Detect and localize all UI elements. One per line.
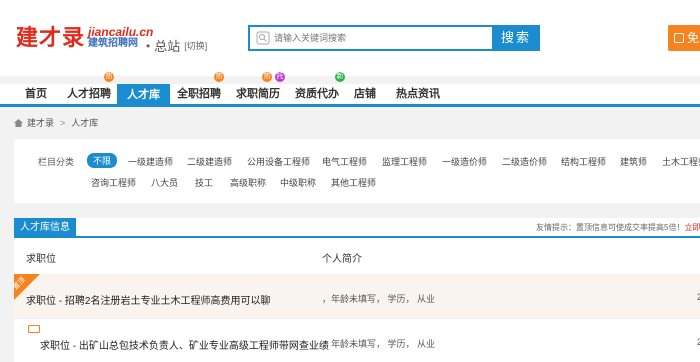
promo-tip-text: 友情提示：置顶信息可使成交率提高5倍！ xyxy=(536,223,685,232)
category-item[interactable]: 其他工程师 xyxy=(331,176,376,189)
breadcrumb-separator: > xyxy=(60,117,66,128)
column-header-intro: 个人简介 xyxy=(322,254,362,265)
search-bar: 搜索 xyxy=(248,25,540,51)
talent-section-header: 人才库信息 友情提示：置顶信息可使成交率提高5倍！立即发布 xyxy=(14,218,700,238)
tuo-badge: 托 xyxy=(275,72,285,82)
category-item[interactable]: 一级建造师 xyxy=(128,155,173,168)
breadcrumb-current: 人才库 xyxy=(71,118,99,128)
category-item[interactable]: 公用设备工程师 xyxy=(247,155,310,168)
category-item[interactable]: 二级建造师 xyxy=(187,155,232,168)
search-box xyxy=(248,25,492,51)
category-item[interactable]: 建筑师 xyxy=(620,155,647,168)
search-input[interactable] xyxy=(274,33,474,43)
nav-fulltime[interactable]: 全职招聘 xyxy=(177,84,221,106)
resume-icon xyxy=(28,325,40,333)
row-intro: ，年龄未填写， 学历， 从业 xyxy=(322,339,436,349)
nav-recruit[interactable]: 人才招聘 xyxy=(67,84,111,106)
new-badge: 新 xyxy=(335,72,345,82)
table-row[interactable]: 置顶 求职位 - 招聘2名注册岩土专业土木工程师高费用可以聊 ，年龄未填写， 学… xyxy=(12,274,700,318)
category-item[interactable]: 土木工程师 xyxy=(662,155,700,168)
logo-subtitle: 建筑招聘网 xyxy=(88,38,139,49)
hot-badge: 热 xyxy=(214,72,224,82)
talent-table: 求职位 个人简介 置顶 求职位 - 招聘2名注册岩土专业土木工程师高费用可以聊 … xyxy=(12,238,700,362)
breadcrumb-home[interactable]: 建才录 xyxy=(27,116,54,129)
hot-badge: 热 xyxy=(262,72,272,82)
category-item[interactable]: 八大员 xyxy=(151,176,178,189)
category-item[interactable]: 监理工程师 xyxy=(382,155,427,168)
row-title-link[interactable]: 求职位 - 出矿山总包技术负责人、矿业专业高级工程师带网查业绩 xyxy=(40,337,329,352)
category-item[interactable]: 二级造价师 xyxy=(502,155,547,168)
category-label: 栏目分类 xyxy=(38,157,75,167)
table-row[interactable]: 求职位 - 出矿山总包技术负责人、矿业专业高级工程师带网查业绩 ，年龄未填写， … xyxy=(14,318,700,362)
search-button[interactable]: 搜索 xyxy=(492,25,540,51)
promo-tip: 友情提示：置顶信息可使成交率提高5倍！立即发布 xyxy=(536,222,700,233)
category-panel: 栏目分类 不限 一级建造师 二级建造师 公用设备工程师 电气工程师 监理工程师 … xyxy=(14,139,700,203)
nav-resume[interactable]: 求职简历 xyxy=(236,84,280,106)
station-name: 总站 xyxy=(154,39,181,54)
post-free-button[interactable]: 免 xyxy=(668,25,700,51)
logo-domain: jiancailu.cn xyxy=(88,25,154,39)
category-item[interactable]: 结构工程师 xyxy=(561,155,606,168)
search-icon xyxy=(256,31,270,45)
nav-shops[interactable]: 店铺 xyxy=(354,84,376,106)
hot-badge: 热 xyxy=(104,72,114,82)
station-switch-link[interactable]: [切换] xyxy=(184,39,207,52)
category-item[interactable]: 一级造价师 xyxy=(442,155,487,168)
site-header: 建才录 jiancailu.cn 建筑招聘网 • 总站 [切换] 搜索 免 xyxy=(0,0,700,76)
home-icon xyxy=(14,118,23,127)
post-icon xyxy=(674,33,684,43)
station-dot: • xyxy=(146,38,151,53)
row-intro: ，年龄未填写， 学历， 从业 xyxy=(322,294,436,304)
nav-home[interactable]: 首页 xyxy=(25,84,47,106)
category-item[interactable]: 电气工程师 xyxy=(322,155,367,168)
main-nav: 首页 人才招聘 人才库 全职招聘 求职简历 资质代办 店铺 热点资讯 xyxy=(0,84,700,107)
column-header-position: 求职位 xyxy=(26,254,56,265)
category-item-all[interactable]: 不限 xyxy=(87,153,118,168)
nav-qualification[interactable]: 资质代办 xyxy=(295,84,339,106)
category-item[interactable]: 技工 xyxy=(195,176,213,189)
category-item[interactable]: 咨询工程师 xyxy=(91,176,136,189)
publish-now-link[interactable]: 立即发布 xyxy=(684,223,700,232)
talent-section-tab[interactable]: 人才库信息 xyxy=(14,218,76,238)
post-button-label: 免 xyxy=(687,31,700,45)
category-item[interactable]: 中级职称 xyxy=(280,176,316,189)
station-selector: • 总站 [切换] xyxy=(146,36,207,55)
breadcrumb: 建才录 > 人才库 xyxy=(14,116,98,129)
logo-chinese: 建才录 xyxy=(16,25,86,51)
nav-underline xyxy=(0,104,700,107)
site-logo[interactable]: 建才录 jiancailu.cn 建筑招聘网 xyxy=(16,26,153,54)
nav-news[interactable]: 热点资讯 xyxy=(396,84,440,106)
category-item[interactable]: 高级职称 xyxy=(230,176,266,189)
row-title-link[interactable]: 求职位 - 招聘2名注册岩土专业土木工程师高费用可以聊 xyxy=(26,292,270,307)
